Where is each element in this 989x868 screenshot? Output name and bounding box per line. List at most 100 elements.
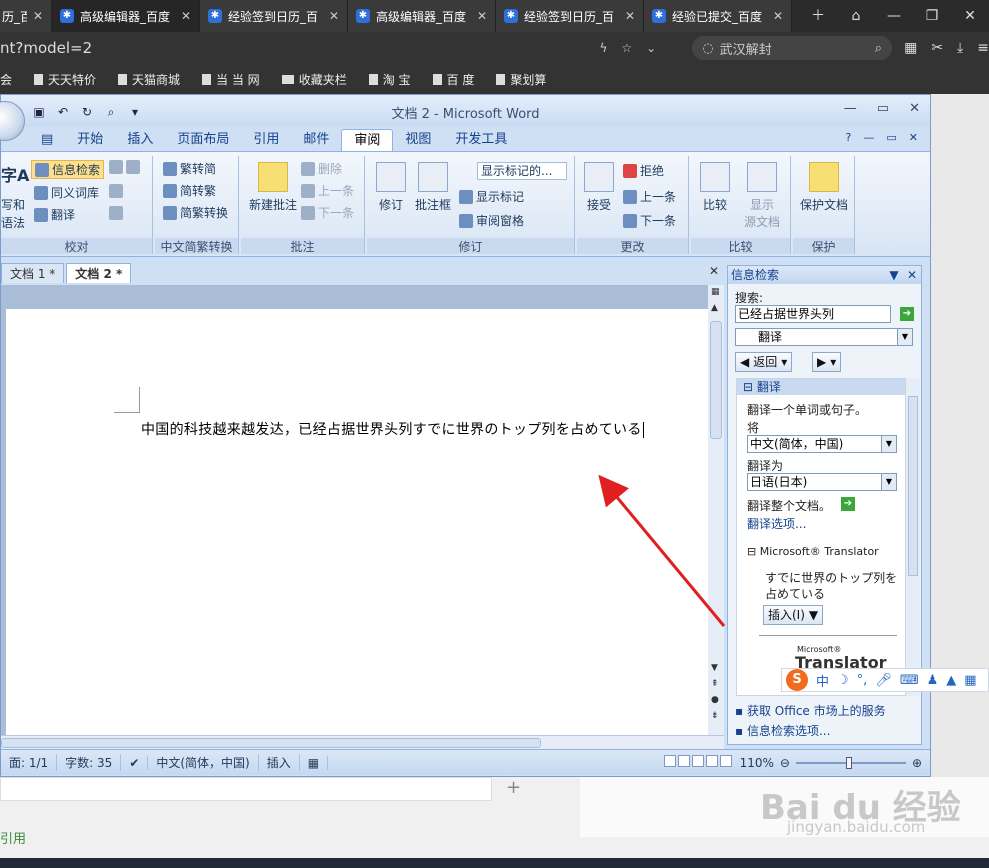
ruler-toggle-icon[interactable]: ▦: [711, 287, 720, 297]
tab-home-icon[interactable]: ▤: [29, 129, 65, 151]
compare-button[interactable]: 比较: [695, 162, 735, 213]
bookmark-item[interactable]: 百 度: [432, 71, 474, 88]
back-button[interactable]: ◀ 返回 ▾: [735, 352, 793, 372]
show-markup-button[interactable]: 显示标记: [459, 188, 524, 205]
close-icon[interactable]: ✕: [625, 9, 635, 23]
results-section-header[interactable]: ⊟ 翻译: [737, 379, 905, 395]
view-buttons[interactable]: [663, 755, 734, 770]
minimize-icon[interactable]: —: [863, 131, 874, 144]
prev-page-icon[interactable]: ⇞: [711, 679, 719, 689]
prev-comment-button[interactable]: 上一条: [301, 182, 354, 199]
tab-insert[interactable]: 插入: [115, 129, 165, 151]
keyboard-icon[interactable]: ⌨: [900, 673, 919, 688]
delete-comment-button[interactable]: 删除: [301, 160, 342, 177]
forward-button[interactable]: ▶ ▾: [812, 352, 842, 372]
browse-object-icon[interactable]: ●: [711, 695, 719, 705]
sogou-logo-icon[interactable]: S: [786, 669, 808, 691]
convert-button[interactable]: 简繁转换: [163, 204, 228, 221]
scissors-icon[interactable]: ✂: [931, 40, 943, 56]
browser-tab[interactable]: ✱ 经验已提交_百度 ✕: [644, 0, 792, 32]
document-page[interactable]: 中国的科技越来越发达，已经占据世界头列すでに世界のトップ列を占めている: [6, 309, 708, 747]
close-doc-icon[interactable]: ✕: [709, 264, 719, 278]
protect-document-button[interactable]: 保护文档: [795, 162, 853, 213]
help-icon[interactable]: ?: [846, 131, 852, 144]
new-tab-icon[interactable]: ＋: [799, 0, 837, 32]
bookmark-item[interactable]: 聚划算: [496, 71, 546, 88]
close-icon[interactable]: ✕: [33, 9, 43, 23]
chevron-down-icon[interactable]: ▼: [897, 329, 912, 345]
word-count[interactable]: 字数: 35: [57, 754, 122, 771]
scroll-up-icon[interactable]: ▲: [711, 303, 718, 313]
research-options-link[interactable]: ▪ 信息检索选项...: [735, 722, 830, 739]
chevron-down-icon[interactable]: ▼: [881, 474, 896, 490]
tab-view[interactable]: 视图: [393, 129, 443, 151]
user-icon[interactable]: ♟: [927, 673, 939, 688]
get-services-link[interactable]: ▪ 获取 Office 市场上的服务: [735, 702, 886, 719]
next-comment-button[interactable]: 下一条: [301, 204, 354, 221]
restore-icon[interactable]: ❐: [913, 0, 951, 32]
accept-button[interactable]: 接受: [579, 162, 619, 213]
browser-tab[interactable]: ✱ 高级编辑器_百度 ✕: [348, 0, 496, 32]
close-icon[interactable]: ✕: [329, 9, 339, 23]
research-button[interactable]: 信息检索: [31, 160, 105, 179]
horizontal-scrollbar[interactable]: [1, 735, 724, 749]
tab-references[interactable]: 引用: [241, 129, 291, 151]
translate-doc-go-icon[interactable]: ➔: [841, 497, 855, 511]
tab-review[interactable]: 审阅: [341, 129, 394, 151]
ime-mode[interactable]: 中: [816, 671, 829, 690]
document-body[interactable]: 中国的科技越来越发达，已经占据世界头列すでに世界のトップ列を占めている: [141, 419, 644, 439]
star-icon[interactable]: ☆: [621, 41, 632, 55]
next-change-button[interactable]: 下一条: [623, 212, 676, 229]
shirt-icon[interactable]: ⌂: [837, 0, 875, 32]
zoom-slider[interactable]: [795, 756, 906, 769]
browser-tab[interactable]: ✱ 经验签到日历_百 ✕: [496, 0, 644, 32]
results-scrollbar[interactable]: [906, 378, 920, 696]
close-icon[interactable]: ✕: [181, 9, 191, 23]
show-source-button[interactable]: 显示 源文档: [739, 162, 785, 230]
close-icon[interactable]: ✕: [477, 9, 487, 23]
page-count[interactable]: 面: 1/1: [1, 754, 58, 771]
translator-section-header[interactable]: ⊟ Microsoft® Translator: [747, 545, 879, 558]
simp-to-trad-button[interactable]: 简转繁: [163, 182, 216, 199]
spelling-button[interactable]: 字A: [1, 162, 29, 186]
bookmark-item[interactable]: 收藏夹栏: [281, 71, 347, 88]
close-icon[interactable]: ✕: [773, 9, 783, 23]
lightning-icon[interactable]: ϟ: [599, 41, 607, 55]
vertical-scrollbar[interactable]: ▦ ▲ ▼ ⇞ ● ⇟: [708, 285, 724, 747]
new-comment-button[interactable]: 新建批注: [245, 162, 301, 213]
restore-icon[interactable]: ▭: [886, 131, 896, 144]
minimize-icon[interactable]: —: [875, 0, 913, 32]
word-count-button[interactable]: [109, 160, 140, 174]
doc-tab-1[interactable]: 文档 1 *: [1, 263, 65, 283]
zoom-slider-knob[interactable]: [845, 756, 852, 769]
close-icon[interactable]: ✕: [909, 131, 918, 144]
close-icon[interactable]: ✕: [909, 101, 920, 116]
bookmark-item[interactable]: 天猫商城: [118, 71, 180, 88]
from-language-select[interactable]: 中文(简体，中国) ▼: [747, 435, 897, 453]
service-select[interactable]: 翻译 ▼: [735, 328, 913, 346]
shirt-icon[interactable]: ▲: [946, 673, 956, 688]
menu-icon[interactable]: ≡: [977, 40, 989, 56]
reject-button[interactable]: 拒绝: [623, 162, 664, 179]
doc-tab-2[interactable]: 文档 2 *: [66, 263, 132, 283]
display-for-review-combo[interactable]: 显示标记的...: [477, 162, 567, 180]
scroll-thumb[interactable]: [710, 321, 722, 439]
apps-grid-icon[interactable]: ▦: [904, 40, 917, 56]
plus-icon[interactable]: +: [506, 777, 521, 798]
insert-mode[interactable]: 插入: [259, 754, 300, 771]
browser-tab[interactable]: 历_百 ✕: [0, 0, 52, 32]
minimize-icon[interactable]: —: [844, 101, 857, 116]
tab-page-layout[interactable]: 页面布局: [165, 129, 241, 151]
trad-to-simp-button[interactable]: 繁转简: [163, 160, 216, 177]
prev-change-button[interactable]: 上一条: [623, 188, 676, 205]
url-field[interactable]: nt?model=2: [0, 39, 599, 57]
tab-mailings[interactable]: 邮件: [291, 129, 341, 151]
close-window-icon[interactable]: ✕: [951, 0, 989, 32]
zoom-in-icon[interactable]: ⊕: [912, 756, 922, 770]
bookmark-item[interactable]: 当 当 网: [202, 71, 260, 88]
pane-menu-icon[interactable]: ▼: [885, 266, 903, 284]
chevron-down-icon[interactable]: ⌄: [646, 41, 656, 55]
bookmark-item[interactable]: 会: [0, 71, 12, 88]
hscroll-thumb[interactable]: [1, 738, 541, 748]
results-scroll-thumb[interactable]: [908, 396, 918, 576]
